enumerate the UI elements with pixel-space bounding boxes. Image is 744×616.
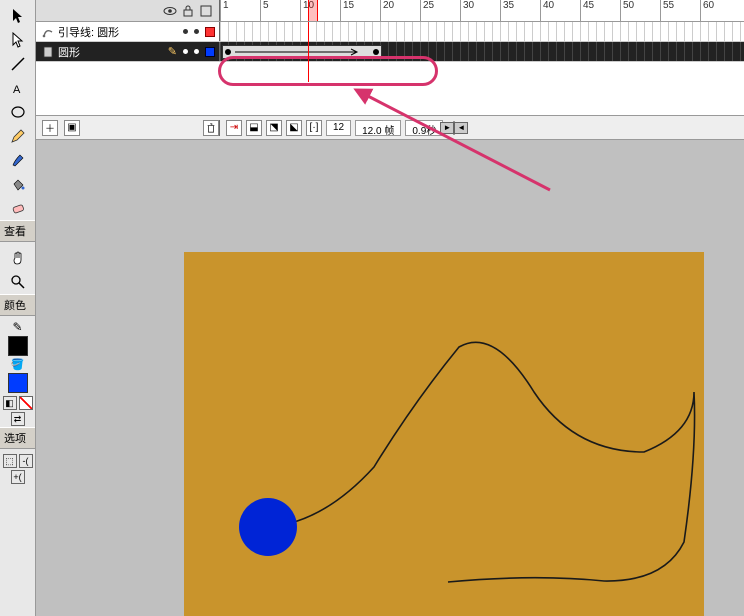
current-frame-field: 12 bbox=[326, 120, 351, 136]
new-folder-button[interactable]: ▣ bbox=[64, 120, 80, 136]
layer-column-header bbox=[36, 0, 220, 21]
edit-multiple-frames-button[interactable]: ⬕ bbox=[286, 120, 302, 136]
ruler-tick: 20 bbox=[380, 0, 420, 21]
pencil-tool[interactable] bbox=[5, 125, 31, 147]
layer-outline-swatch[interactable] bbox=[205, 47, 215, 57]
pencil-swatch-icon: ✎ bbox=[12, 320, 22, 334]
ruler-tick: 50 bbox=[620, 0, 660, 21]
modify-onion-button[interactable]: [·] bbox=[306, 120, 322, 136]
stage-area[interactable] bbox=[36, 140, 744, 616]
page-layer-icon bbox=[42, 46, 54, 58]
text-tool[interactable]: A bbox=[5, 77, 31, 99]
onion-skin-outlines-button[interactable]: ⬔ bbox=[266, 120, 282, 136]
ruler-tick: 60 bbox=[700, 0, 740, 21]
lock-column-icon[interactable] bbox=[181, 4, 195, 18]
elapsed-field: 0.9秒 bbox=[405, 120, 443, 136]
delete-layer-button[interactable] bbox=[203, 120, 219, 136]
bucket-swatch-icon: 🪣 bbox=[11, 358, 25, 371]
snap-option-button[interactable]: ⬚ bbox=[3, 454, 17, 468]
center-frame-button[interactable]: ⇥ bbox=[226, 120, 242, 136]
timeline-scrollbar[interactable]: ◄ ► bbox=[453, 121, 455, 135]
ruler-tick: 45 bbox=[580, 0, 620, 21]
timeline-panel: 151015202530354045505560 引导线: 圆形 圆形 ✎ bbox=[36, 0, 744, 140]
hand-tool[interactable] bbox=[5, 247, 31, 269]
ruler-tick: 25 bbox=[420, 0, 460, 21]
frame-ruler[interactable]: 151015202530354045505560 bbox=[220, 0, 744, 21]
playhead[interactable] bbox=[308, 0, 318, 21]
brush-tool[interactable] bbox=[5, 149, 31, 171]
svg-text:A: A bbox=[13, 84, 21, 96]
shape-circle[interactable] bbox=[239, 498, 297, 556]
selection-tool[interactable] bbox=[5, 5, 31, 27]
timeline-status-bar: ＋ ▣ ⇥ ⬓ ⬔ ⬕ [·] 12 12.0 帧 0.9秒 ◄ ► bbox=[36, 115, 744, 139]
layer-name-shape: 圆形 bbox=[58, 44, 80, 60]
eraser-tool[interactable] bbox=[5, 197, 31, 219]
fps-field: 12.0 帧 bbox=[355, 120, 401, 136]
ruler-tick: 1 bbox=[220, 0, 260, 21]
line-tool[interactable] bbox=[5, 53, 31, 75]
ruler-tick: 35 bbox=[500, 0, 540, 21]
layer-row-guide[interactable]: 引导线: 圆形 bbox=[36, 22, 744, 42]
timeline-header: 151015202530354045505560 bbox=[36, 0, 744, 22]
ruler-tick: 5 bbox=[260, 0, 300, 21]
onion-skin-button[interactable]: ⬓ bbox=[246, 120, 262, 136]
playhead-line bbox=[308, 22, 309, 82]
new-layer-button[interactable]: ＋ bbox=[42, 120, 58, 136]
scroll-right-button[interactable]: ► bbox=[440, 122, 454, 134]
layer-frames-guide[interactable] bbox=[220, 22, 744, 41]
paint-bucket-tool[interactable] bbox=[5, 173, 31, 195]
tools-panel: A 查看 颜色 ✎ 🪣 ◧ ⇄ 选项 ⬚ -( +( bbox=[0, 0, 36, 616]
zoom-tool[interactable] bbox=[5, 271, 31, 293]
layer-frames-shape[interactable] bbox=[220, 42, 744, 61]
fill-color-swatch[interactable] bbox=[8, 373, 28, 393]
default-colors-button[interactable]: ◧ bbox=[3, 396, 17, 410]
pencil-active-icon: ✎ bbox=[168, 45, 177, 58]
tween-span[interactable] bbox=[222, 45, 382, 59]
ruler-tick: 40 bbox=[540, 0, 580, 21]
eye-column-icon[interactable] bbox=[163, 4, 177, 18]
subselection-tool[interactable] bbox=[5, 29, 31, 51]
ruler-tick: 30 bbox=[460, 0, 500, 21]
layer-lock-dot[interactable] bbox=[194, 49, 199, 54]
view-section-label: 查看 bbox=[0, 220, 35, 242]
layer-label-guide[interactable]: 引导线: 圆形 bbox=[36, 22, 220, 41]
color-section-label: 颜色 bbox=[0, 294, 35, 316]
layer-visible-dot[interactable] bbox=[183, 49, 188, 54]
motion-path bbox=[184, 252, 704, 616]
outline-column-icon[interactable] bbox=[199, 4, 213, 18]
layer-outline-swatch[interactable] bbox=[205, 27, 215, 37]
swap-colors-button[interactable]: ⇄ bbox=[11, 412, 25, 426]
guide-layer-icon bbox=[42, 26, 54, 38]
ruler-tick: 15 bbox=[340, 0, 380, 21]
stroke-color-swatch[interactable] bbox=[8, 336, 28, 356]
oval-tool[interactable] bbox=[5, 101, 31, 123]
straighten-option-button[interactable]: +( bbox=[11, 470, 25, 484]
ruler-tick: 10 bbox=[300, 0, 340, 21]
layer-row-shape[interactable]: 圆形 ✎ bbox=[36, 42, 744, 62]
keyframe-end[interactable] bbox=[373, 49, 379, 55]
no-color-button[interactable] bbox=[19, 396, 33, 410]
smooth-option-button[interactable]: -( bbox=[19, 454, 33, 468]
layer-name-guide: 引导线: 圆形 bbox=[58, 24, 119, 40]
scroll-left-button[interactable]: ◄ bbox=[454, 122, 468, 134]
options-section-label: 选项 bbox=[0, 427, 35, 449]
layer-lock-dot[interactable] bbox=[194, 29, 199, 34]
stage[interactable] bbox=[184, 252, 704, 616]
layer-label-shape[interactable]: 圆形 ✎ bbox=[36, 42, 220, 61]
layer-visible-dot[interactable] bbox=[183, 29, 188, 34]
ruler-tick: 55 bbox=[660, 0, 700, 21]
